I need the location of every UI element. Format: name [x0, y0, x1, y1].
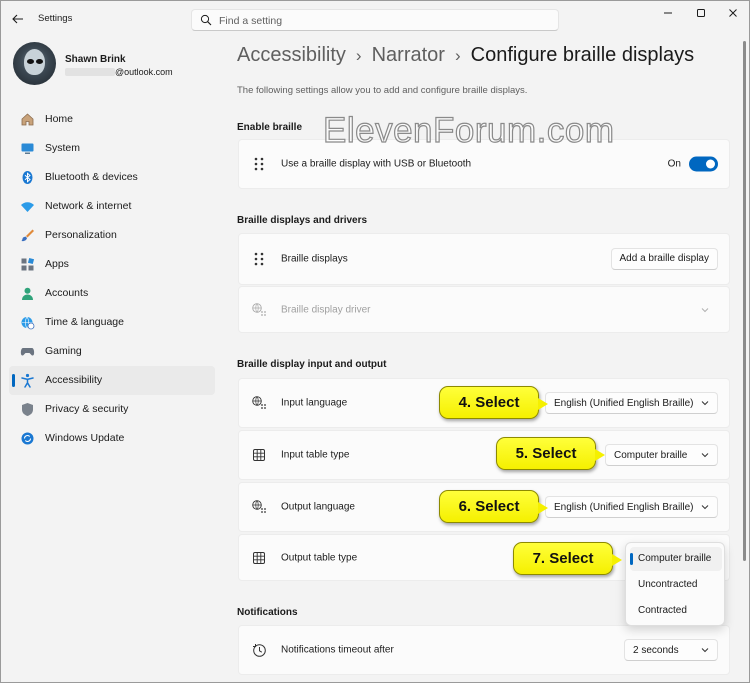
- sidebar-item-network[interactable]: Network & internet: [9, 192, 215, 221]
- sidebar-item-accounts[interactable]: Accounts: [9, 279, 215, 308]
- braille-driver-label: Braille display driver: [281, 304, 371, 315]
- toggle-state-text: On: [667, 158, 681, 170]
- sidebar-item-accessibility[interactable]: Accessibility: [9, 366, 215, 395]
- system-icon: [19, 140, 36, 157]
- wifi-icon: [19, 198, 36, 215]
- settings-window: Settings Shawn Brink @outlook.com: [0, 0, 750, 683]
- output-table-menu: Computer braille Uncontracted Contracted: [625, 542, 725, 626]
- close-icon: [729, 9, 737, 17]
- accounts-icon: [19, 285, 36, 302]
- table-grid-icon: [251, 550, 267, 566]
- minimize-button[interactable]: [653, 5, 683, 21]
- sidebar-item-home[interactable]: Home: [9, 105, 215, 134]
- enable-braille-label: Use a braille display with USB or Blueto…: [281, 158, 472, 170]
- sidebar-nav: Home System Bluetooth & devices Network …: [9, 105, 215, 453]
- braille-driver-card: Braille display driver: [238, 286, 730, 333]
- menu-item-contracted[interactable]: Contracted: [630, 599, 722, 623]
- section-title-notifications: Notifications: [237, 607, 298, 618]
- back-button[interactable]: [9, 10, 27, 28]
- title-bar: Settings: [1, 1, 749, 37]
- watermark: ElevenForum.com: [322, 110, 615, 150]
- braille-driver-dropdown[interactable]: [678, 299, 718, 321]
- braille-language-icon: [251, 395, 267, 411]
- chevron-down-icon: [701, 453, 709, 458]
- input-language-label: Input language: [281, 397, 348, 409]
- breadcrumb-separator: ›: [454, 46, 461, 65]
- gamepad-icon: [19, 343, 36, 360]
- sidebar-item-privacy[interactable]: Privacy & security: [9, 395, 215, 424]
- sidebar-item-time-language[interactable]: Time & language: [9, 308, 215, 337]
- user-name: Shawn Brink: [65, 54, 126, 65]
- input-table-label: Input table type: [281, 449, 350, 461]
- brush-icon: [19, 227, 36, 244]
- chevron-down-icon: [701, 648, 709, 653]
- output-language-label: Output language: [281, 501, 355, 513]
- maximize-button[interactable]: [686, 5, 716, 21]
- accessibility-icon: [19, 372, 36, 389]
- user-email: @outlook.com: [65, 67, 173, 77]
- breadcrumb: Accessibility › Narrator › Configure braille…: [237, 44, 694, 67]
- callout-step-7: 7. Select: [513, 542, 622, 575]
- bluetooth-icon: [19, 169, 36, 186]
- intro-text: The following settings allow you to add …: [237, 85, 528, 96]
- breadcrumb-separator: ›: [355, 46, 362, 65]
- callout-step-4: 4. Select: [439, 386, 548, 419]
- chevron-down-icon: [701, 401, 709, 406]
- sidebar-item-gaming[interactable]: Gaming: [9, 337, 215, 366]
- braille-displays-card: Braille displays Add a braille display: [238, 233, 730, 285]
- clock-history-icon: [251, 642, 267, 658]
- search-icon: [200, 14, 212, 29]
- shield-icon: [19, 401, 36, 418]
- close-button[interactable]: [718, 5, 748, 21]
- braille-displays-label: Braille displays: [281, 253, 348, 265]
- output-table-label: Output table type: [281, 552, 358, 563]
- minimize-icon: [664, 12, 672, 14]
- add-braille-display-button[interactable]: Add a braille display: [610, 248, 718, 270]
- sidebar-item-system[interactable]: System: [9, 134, 215, 163]
- chevron-down-icon: [701, 505, 709, 510]
- breadcrumb-narrator[interactable]: Narrator: [372, 44, 445, 66]
- input-table-card: Input table type Computer braille: [238, 430, 730, 480]
- menu-item-computer-braille[interactable]: Computer braille: [630, 547, 722, 571]
- update-icon: [19, 430, 36, 447]
- avatar: [13, 42, 56, 85]
- notifications-timeout-dropdown[interactable]: 2 seconds: [624, 639, 718, 661]
- menu-item-uncontracted[interactable]: Uncontracted: [630, 573, 722, 597]
- back-arrow-icon: [12, 14, 23, 24]
- output-language-dropdown[interactable]: English (Unified English Braille): [545, 496, 718, 518]
- sidebar-item-personalization[interactable]: Personalization: [9, 221, 215, 250]
- chevron-down-icon: [701, 307, 709, 312]
- braille-dots-icon: [251, 251, 267, 267]
- enable-braille-toggle[interactable]: [689, 156, 718, 172]
- apps-icon: [19, 256, 36, 273]
- sidebar-item-bluetooth[interactable]: Bluetooth & devices: [9, 163, 215, 192]
- input-language-dropdown[interactable]: English (Unified English Braille): [545, 392, 718, 414]
- globe-clock-icon: [19, 314, 36, 331]
- table-grid-icon: [251, 447, 267, 463]
- home-icon: [19, 111, 36, 128]
- callout-step-5: 5. Select: [496, 437, 605, 470]
- callout-step-6: 6. Select: [439, 490, 548, 523]
- notifications-timeout-card: Notifications timeout after 2 seconds: [238, 625, 730, 675]
- notifications-timeout-label: Notifications timeout after: [281, 644, 394, 656]
- maximize-icon: [697, 9, 705, 17]
- sidebar-item-windows-update[interactable]: Windows Update: [9, 424, 215, 453]
- breadcrumb-accessibility[interactable]: Accessibility: [237, 44, 346, 66]
- section-title-enable: Enable braille: [237, 122, 303, 133]
- braille-dots-icon: [251, 156, 267, 172]
- app-title: Settings: [38, 13, 73, 24]
- page-title: Configure braille displays: [470, 44, 695, 66]
- braille-language-icon: [251, 499, 267, 515]
- scrollbar[interactable]: [743, 41, 746, 561]
- input-table-dropdown[interactable]: Computer braille: [605, 444, 718, 466]
- braille-driver-icon: [251, 302, 267, 318]
- search-box[interactable]: [191, 9, 559, 31]
- section-title-drivers: Braille displays and drivers: [237, 215, 368, 226]
- search-input[interactable]: [219, 13, 539, 28]
- section-title-io: Braille display input and output: [237, 359, 387, 370]
- sidebar-item-apps[interactable]: Apps: [9, 250, 215, 279]
